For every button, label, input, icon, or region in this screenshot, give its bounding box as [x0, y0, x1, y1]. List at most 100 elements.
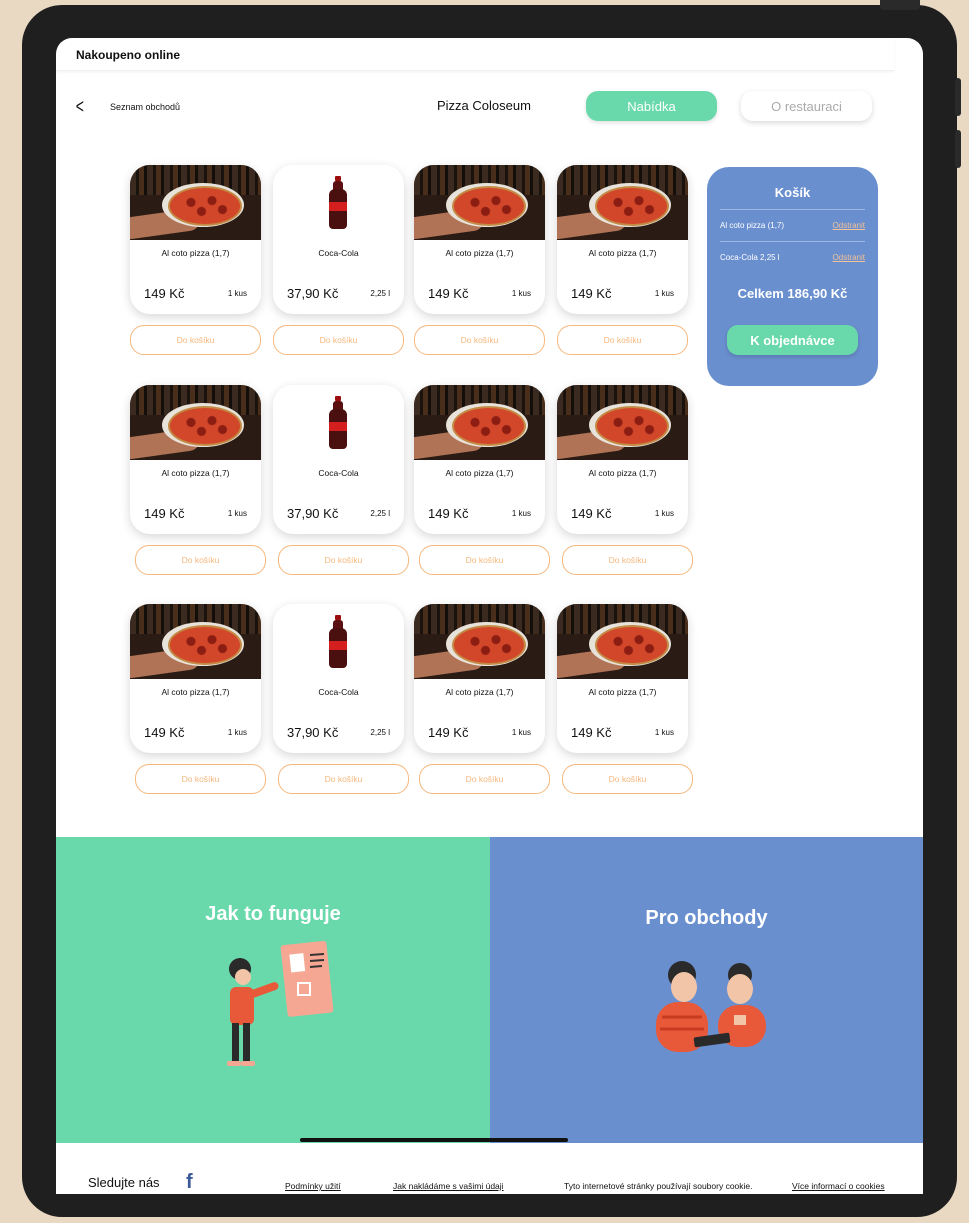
- product-card[interactable]: Al coto pizza (1,7) 149 Kč 1 kus: [557, 165, 688, 314]
- add-to-cart-button[interactable]: Do košíku: [562, 764, 693, 794]
- product-unit: 2,25 l: [370, 509, 390, 518]
- add-to-cart-button[interactable]: Do košíku: [135, 764, 266, 794]
- product-name: Al coto pizza (1,7): [161, 687, 230, 697]
- product-price: 37,90 Kč: [287, 725, 339, 740]
- product-unit: 1 kus: [654, 509, 674, 518]
- product-price: 149 Kč: [571, 725, 612, 740]
- cart-item-name: Coca-Cola 2,25 l: [720, 253, 780, 262]
- pizza-image: [130, 165, 261, 240]
- product-price: 149 Kč: [144, 286, 185, 301]
- home-indicator: [300, 1138, 568, 1142]
- terms-link[interactable]: Podmínky užití: [285, 1181, 341, 1191]
- cart-remove-link[interactable]: Odstranit: [833, 221, 865, 230]
- how-it-works-section[interactable]: Jak to funguje: [56, 837, 490, 1143]
- product-unit: 1 kus: [227, 728, 247, 737]
- product-unit: 1 kus: [654, 289, 674, 298]
- cart-title: Košík: [774, 185, 811, 200]
- product-price: 149 Kč: [144, 506, 185, 521]
- cart-panel: Košík Al coto pizza (1,7) Odstranit Coca…: [707, 167, 878, 386]
- add-to-cart-button[interactable]: Do košíku: [278, 545, 409, 575]
- product-card[interactable]: Coca-Cola 37,90 Kč 2,25 l: [273, 385, 404, 534]
- tab-about-restaurant[interactable]: O restauraci: [741, 91, 872, 121]
- product-price: 37,90 Kč: [287, 506, 339, 521]
- add-to-cart-button[interactable]: Do košíku: [419, 764, 550, 794]
- product-name: Al coto pizza (1,7): [445, 468, 514, 478]
- product-name: Al coto pizza (1,7): [161, 248, 230, 258]
- product-name: Coca-Cola: [318, 248, 359, 258]
- add-to-cart-button[interactable]: Do košíku: [414, 325, 545, 355]
- product-card[interactable]: Al coto pizza (1,7) 149 Kč 1 kus: [414, 604, 545, 753]
- product-price: 149 Kč: [571, 286, 612, 301]
- pizza-image: [130, 385, 261, 460]
- cart-item: Coca-Cola 2,25 l Odstranit: [720, 241, 865, 272]
- for-shops-section[interactable]: Pro obchody: [490, 837, 923, 1143]
- facebook-icon[interactable]: f: [186, 1171, 193, 1194]
- coca-cola-bottle-image: [273, 604, 404, 679]
- product-unit: 1 kus: [227, 509, 247, 518]
- tablet-side-button: [955, 130, 961, 168]
- product-price: 149 Kč: [428, 506, 469, 521]
- add-to-cart-button[interactable]: Do košíku: [273, 325, 404, 355]
- follow-us-label: Sledujte nás: [88, 1175, 160, 1190]
- product-name: Al coto pizza (1,7): [588, 468, 657, 478]
- product-unit: 2,25 l: [370, 289, 390, 298]
- two-people-illustration: [656, 961, 766, 1052]
- add-to-cart-button[interactable]: Do košíku: [557, 325, 688, 355]
- product-card[interactable]: Al coto pizza (1,7) 149 Kč 1 kus: [414, 385, 545, 534]
- product-card[interactable]: Coca-Cola 37,90 Kč 2,25 l: [273, 165, 404, 314]
- product-name: Al coto pizza (1,7): [445, 248, 514, 258]
- product-price: 37,90 Kč: [287, 286, 339, 301]
- product-name: Al coto pizza (1,7): [445, 687, 514, 697]
- product-price: 149 Kč: [144, 725, 185, 740]
- tablet-side-button: [955, 78, 961, 116]
- product-card[interactable]: Coca-Cola 37,90 Kč 2,25 l: [273, 604, 404, 753]
- pizza-image: [414, 604, 545, 679]
- product-card[interactable]: Al coto pizza (1,7) 149 Kč 1 kus: [130, 165, 261, 314]
- product-unit: 2,25 l: [370, 728, 390, 737]
- coca-cola-bottle-image: [273, 165, 404, 240]
- pizza-image: [557, 385, 688, 460]
- back-icon[interactable]: <: [76, 96, 84, 119]
- order-button[interactable]: K objednávce: [727, 325, 858, 355]
- product-name: Al coto pizza (1,7): [588, 248, 657, 258]
- product-unit: 1 kus: [511, 289, 531, 298]
- product-name: Al coto pizza (1,7): [588, 687, 657, 697]
- how-it-works-title: Jak to funguje: [205, 903, 341, 925]
- pizza-image: [414, 385, 545, 460]
- cart-item: Al coto pizza (1,7) Odstranit: [720, 209, 865, 240]
- product-price: 149 Kč: [571, 506, 612, 521]
- data-policy-link[interactable]: Jak nakládáme s vašimi údaji: [393, 1181, 504, 1191]
- add-to-cart-button[interactable]: Do košíku: [278, 764, 409, 794]
- add-to-cart-button[interactable]: Do košíku: [135, 545, 266, 575]
- pizza-image: [557, 604, 688, 679]
- pizza-image: [414, 165, 545, 240]
- cookie-notice: Tyto internetové stránky používají soubo…: [564, 1181, 753, 1191]
- cookie-info-link[interactable]: Více informací o cookies: [792, 1181, 885, 1191]
- product-unit: 1 kus: [227, 289, 247, 298]
- product-unit: 1 kus: [511, 728, 531, 737]
- product-name: Coca-Cola: [318, 468, 359, 478]
- product-price: 149 Kč: [428, 725, 469, 740]
- add-to-cart-button[interactable]: Do košíku: [419, 545, 550, 575]
- product-unit: 1 kus: [654, 728, 674, 737]
- product-card[interactable]: Al coto pizza (1,7) 149 Kč 1 kus: [414, 165, 545, 314]
- product-name: Coca-Cola: [318, 687, 359, 697]
- product-card[interactable]: Al coto pizza (1,7) 149 Kč 1 kus: [557, 604, 688, 753]
- cart-remove-link[interactable]: Odstranit: [833, 253, 865, 262]
- add-to-cart-button[interactable]: Do košíku: [130, 325, 261, 355]
- tab-offer[interactable]: Nabídka: [586, 91, 717, 121]
- product-card[interactable]: Al coto pizza (1,7) 149 Kč 1 kus: [130, 385, 261, 534]
- add-to-cart-button[interactable]: Do košíku: [562, 545, 693, 575]
- coca-cola-bottle-image: [273, 385, 404, 460]
- product-price: 149 Kč: [428, 286, 469, 301]
- back-link[interactable]: Seznam obchodů: [110, 102, 180, 112]
- person-reading-poster-illustration: [227, 940, 334, 1066]
- product-unit: 1 kus: [511, 509, 531, 518]
- app-bar: Nakoupeno online: [56, 38, 894, 71]
- shop-name: Pizza Coloseum: [437, 98, 531, 113]
- screen: Nakoupeno online < Seznam obchodů Pizza …: [56, 38, 923, 1194]
- footer: Sledujte nás f Podmínky užití Jak naklád…: [56, 1143, 923, 1194]
- product-card[interactable]: Al coto pizza (1,7) 149 Kč 1 kus: [557, 385, 688, 534]
- cart-total: Celkem 186,90 Kč: [737, 286, 848, 301]
- product-card[interactable]: Al coto pizza (1,7) 149 Kč 1 kus: [130, 604, 261, 753]
